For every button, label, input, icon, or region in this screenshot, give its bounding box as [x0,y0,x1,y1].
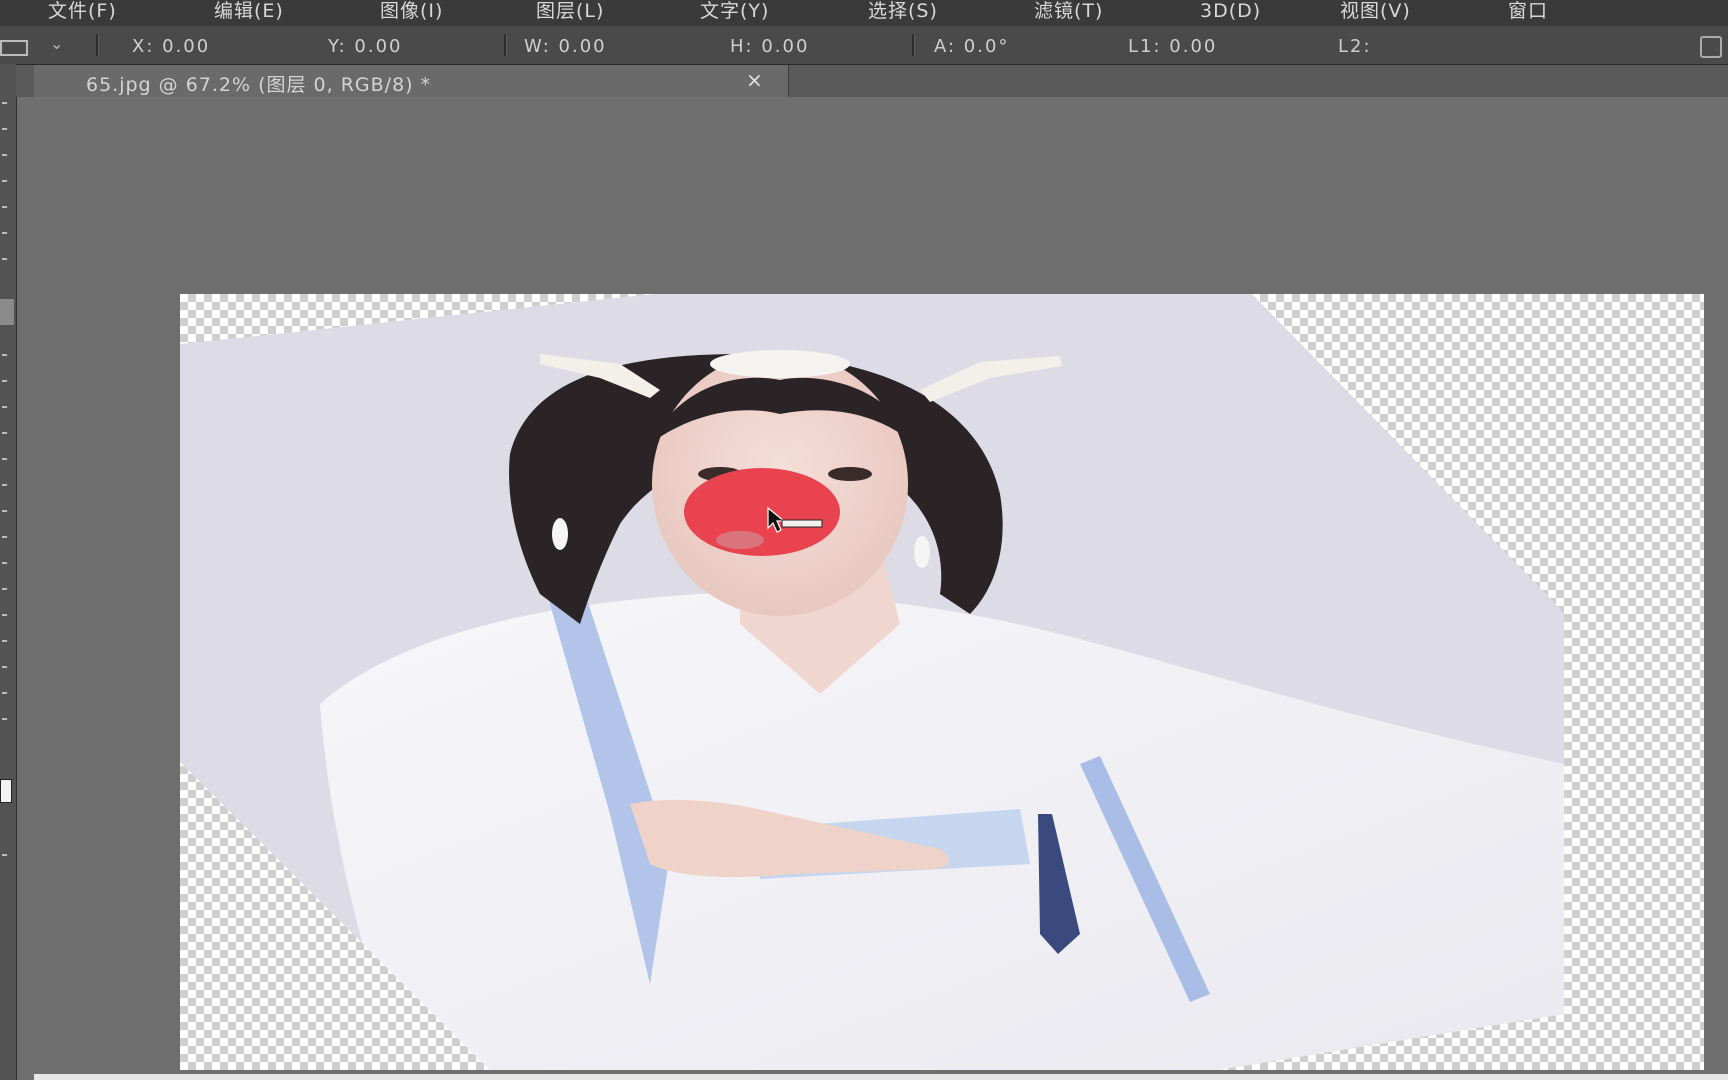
menu-view[interactable]: 视图(V) [1340,0,1411,26]
tool-tick [2,180,7,182]
y-field[interactable]: Y: 0.00 [328,36,402,57]
x-field[interactable]: X: 0.00 [132,36,210,57]
tool-tick [2,206,7,208]
distorted-photo-layer [180,294,1564,1070]
tool-tick [2,406,7,408]
selected-tool-button[interactable] [0,299,14,325]
menu-edit[interactable]: 编辑(E) [214,0,284,26]
tools-panel [0,64,17,1080]
options-bar: ⌄ X: 0.00 Y: 0.00 W: 0.00 H: 0.00 A: 0.0… [0,26,1728,65]
flower-crown [710,350,850,378]
options-separator [96,34,99,56]
tool-tick [2,510,7,512]
document-canvas[interactable] [180,294,1704,1070]
tool-tick [2,102,7,104]
status-bar [34,1074,1728,1080]
tool-tick [2,128,7,130]
tool-tick [2,536,7,538]
menu-type[interactable]: 文字(Y) [700,0,769,26]
menu-filter[interactable]: 滤镜(T) [1034,0,1103,26]
tool-tick [2,640,7,642]
tool-preset-picker[interactable]: ⌄ [0,34,64,56]
tool-tick [2,432,7,434]
tool-tick [2,484,7,486]
menu-3d[interactable]: 3D(D) [1200,0,1261,26]
marquee-preset-icon [0,40,28,56]
menu-window[interactable]: 窗口 [1508,0,1548,26]
tool-tick [2,854,7,856]
workspace [34,97,1728,1074]
document-tab[interactable]: 65.jpg @ 67.2% (图层 0, RGB/8) * × [34,65,789,97]
close-icon[interactable]: × [746,68,764,92]
tool-tick [2,380,7,382]
tool-tick [2,588,7,590]
l1-field[interactable]: L1: 0.00 [1128,36,1217,57]
width-field[interactable]: W: 0.00 [524,36,607,57]
options-checkbox[interactable] [1700,36,1722,58]
tool-tick [2,258,7,260]
menu-layer[interactable]: 图层(L) [536,0,604,26]
earring-left [552,518,568,550]
tool-tick [2,562,7,564]
right-eye [828,467,872,481]
earring-right [914,536,930,568]
tool-tick [2,666,7,668]
tool-tick [2,458,7,460]
lips [716,531,764,549]
chevron-down-icon: ⌄ [50,34,64,53]
menu-image[interactable]: 图像(I) [380,0,443,26]
menu-file[interactable]: 文件(F) [48,0,117,26]
tool-tick [2,614,7,616]
tool-tick [2,354,7,356]
height-field[interactable]: H: 0.00 [730,36,809,57]
tool-tick [2,718,7,720]
options-separator [912,34,915,56]
menu-bar: 文件(F) 编辑(E) 图像(I) 图层(L) 文字(Y) 选择(S) 滤镜(T… [0,0,1728,26]
menu-select[interactable]: 选择(S) [868,0,938,26]
tool-tick [2,232,7,234]
tool-tick [2,154,7,156]
document-tab-bar: 65.jpg @ 67.2% (图层 0, RGB/8) * × [16,65,1728,97]
angle-field[interactable]: A: 0.0° [934,36,1009,57]
l2-field[interactable]: L2: [1338,36,1372,57]
tool-tick [2,692,7,694]
foreground-color-swatch[interactable] [0,779,12,803]
document-tab-title: 65.jpg @ 67.2% (图层 0, RGB/8) * [86,74,432,96]
options-separator [504,34,507,56]
